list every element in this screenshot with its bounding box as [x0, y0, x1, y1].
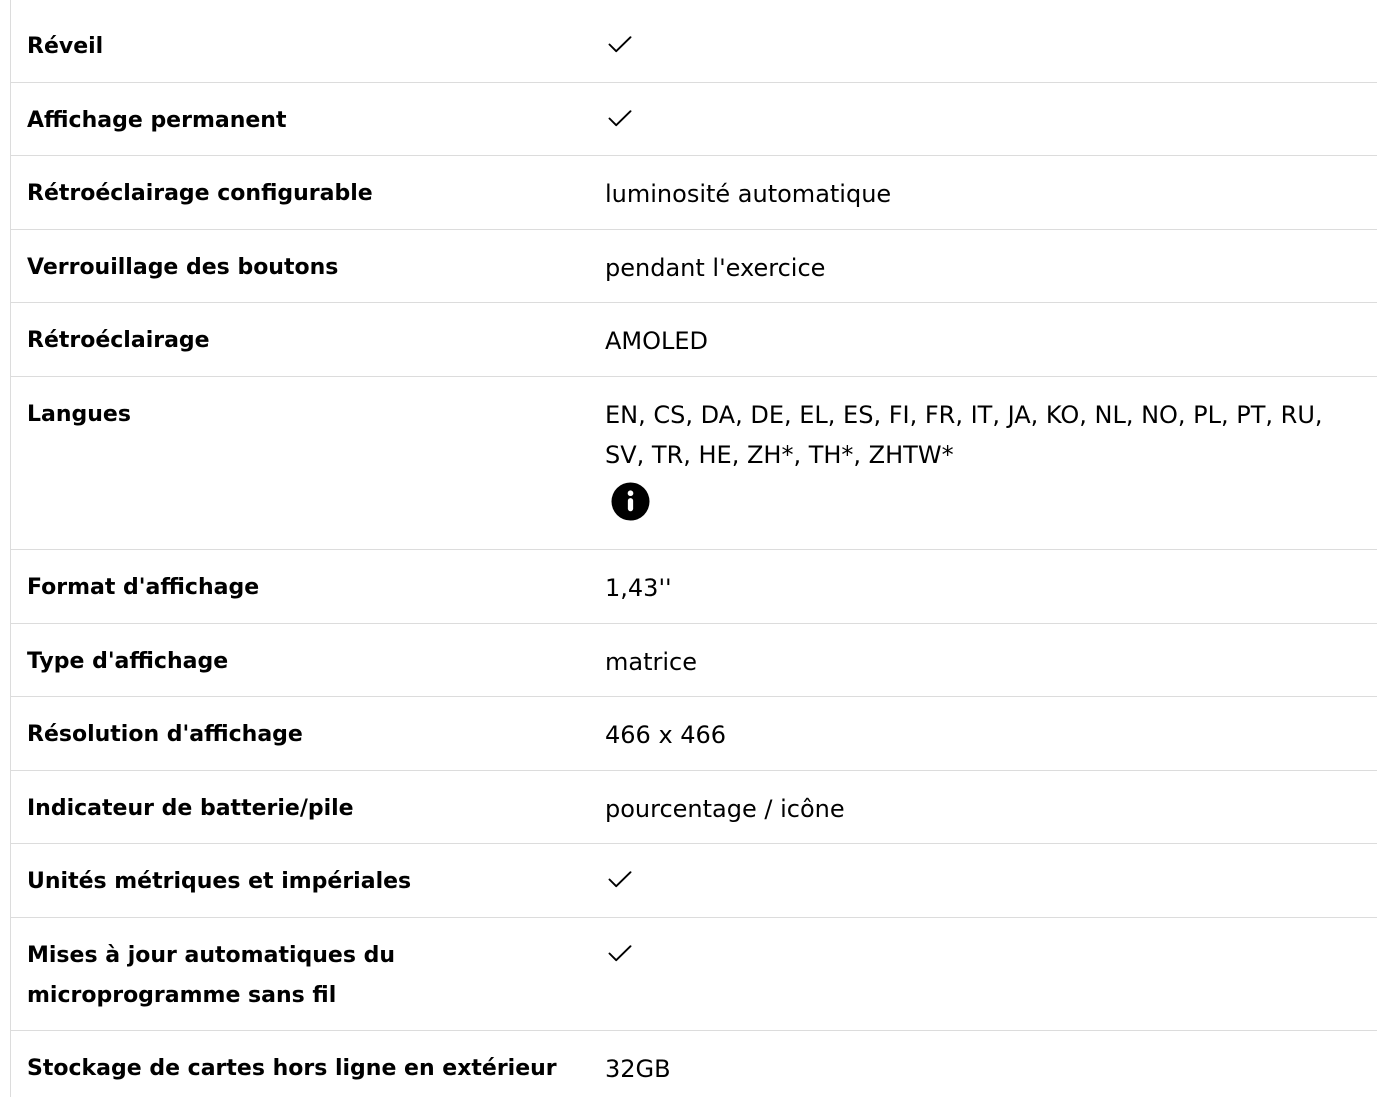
check-icon	[608, 109, 632, 126]
spec-row-format-affichage: Format d'affichage 1,43''	[11, 550, 1377, 624]
spec-value: AMOLED	[605, 327, 709, 355]
spec-label: Unités métriques et impériales	[27, 869, 412, 894]
spec-value	[587, 862, 1345, 888]
check-icon	[608, 871, 632, 888]
spec-value: luminosité automatique	[605, 180, 892, 208]
spec-label: Indicateur de batterie/pile	[27, 795, 354, 821]
spec-label: Rétroéclairage	[27, 328, 210, 353]
spec-label: Affichage permanent	[27, 107, 287, 133]
spec-value	[587, 936, 1345, 962]
spec-row-unites: Unités métriques et impériales	[11, 844, 1377, 918]
spec-label: Type d'affichage	[27, 648, 229, 674]
check-icon	[608, 944, 632, 961]
spec-label: Rétroéclairage configurable	[27, 181, 373, 206]
spec-row-retroeclairage-configurable: Rétroéclairage configurable luminosité a…	[11, 156, 1377, 230]
spec-row-mises-a-jour: Mises à jour automatiques du microprogra…	[11, 918, 1377, 1031]
spec-value	[587, 101, 1345, 127]
spec-row-retroeclairage: Rétroéclairage AMOLED	[11, 303, 1377, 377]
spec-row-affichage-permanent: Affichage permanent	[11, 83, 1377, 156]
spec-label: Réveil	[27, 34, 104, 59]
spec-row-resolution-affichage: Résolution d'affichage 466 x 466	[11, 697, 1377, 771]
spec-label: Stockage de cartes hors ligne en extérie…	[27, 1056, 557, 1081]
spec-value: 32GB	[605, 1055, 671, 1083]
spec-label: Mises à jour automatiques du microprogra…	[27, 942, 395, 1008]
spec-row-reveil: Réveil	[11, 0, 1377, 83]
spec-label: Langues	[27, 401, 131, 427]
spec-table: Réveil Affichage permanent Rétroéclairag…	[10, 0, 1377, 1097]
spec-row-stockage-cartes: Stockage de cartes hors ligne en extérie…	[11, 1031, 1377, 1097]
spec-value: 466 x 466	[605, 721, 727, 749]
info-icon[interactable]	[611, 481, 650, 521]
spec-value: EN, CS, DA, DE, EL, ES, FI, FR, IT, JA, …	[587, 395, 1345, 535]
spec-row-indicateur-batterie: Indicateur de batterie/pile pourcentage …	[11, 771, 1377, 844]
check-icon	[608, 36, 632, 53]
spec-label: Résolution d'affichage	[27, 722, 303, 747]
spec-value	[587, 27, 1345, 53]
spec-row-langues: Langues EN, CS, DA, DE, EL, ES, FI, FR, …	[11, 377, 1377, 550]
languages-list: EN, CS, DA, DE, EL, ES, FI, FR, IT, JA, …	[605, 400, 1323, 469]
spec-value: pendant l'exercice	[605, 253, 826, 282]
spec-label: Format d'affichage	[27, 575, 260, 600]
spec-row-verrouillage-boutons: Verrouillage des boutons pendant l'exerc…	[11, 230, 1377, 303]
spec-value: pourcentage / icône	[605, 794, 845, 823]
spec-label: Verrouillage des boutons	[27, 254, 339, 280]
spec-row-type-affichage: Type d'affichage matrice	[11, 624, 1377, 697]
spec-value: matrice	[605, 647, 697, 676]
spec-value: 1,43''	[605, 574, 672, 602]
